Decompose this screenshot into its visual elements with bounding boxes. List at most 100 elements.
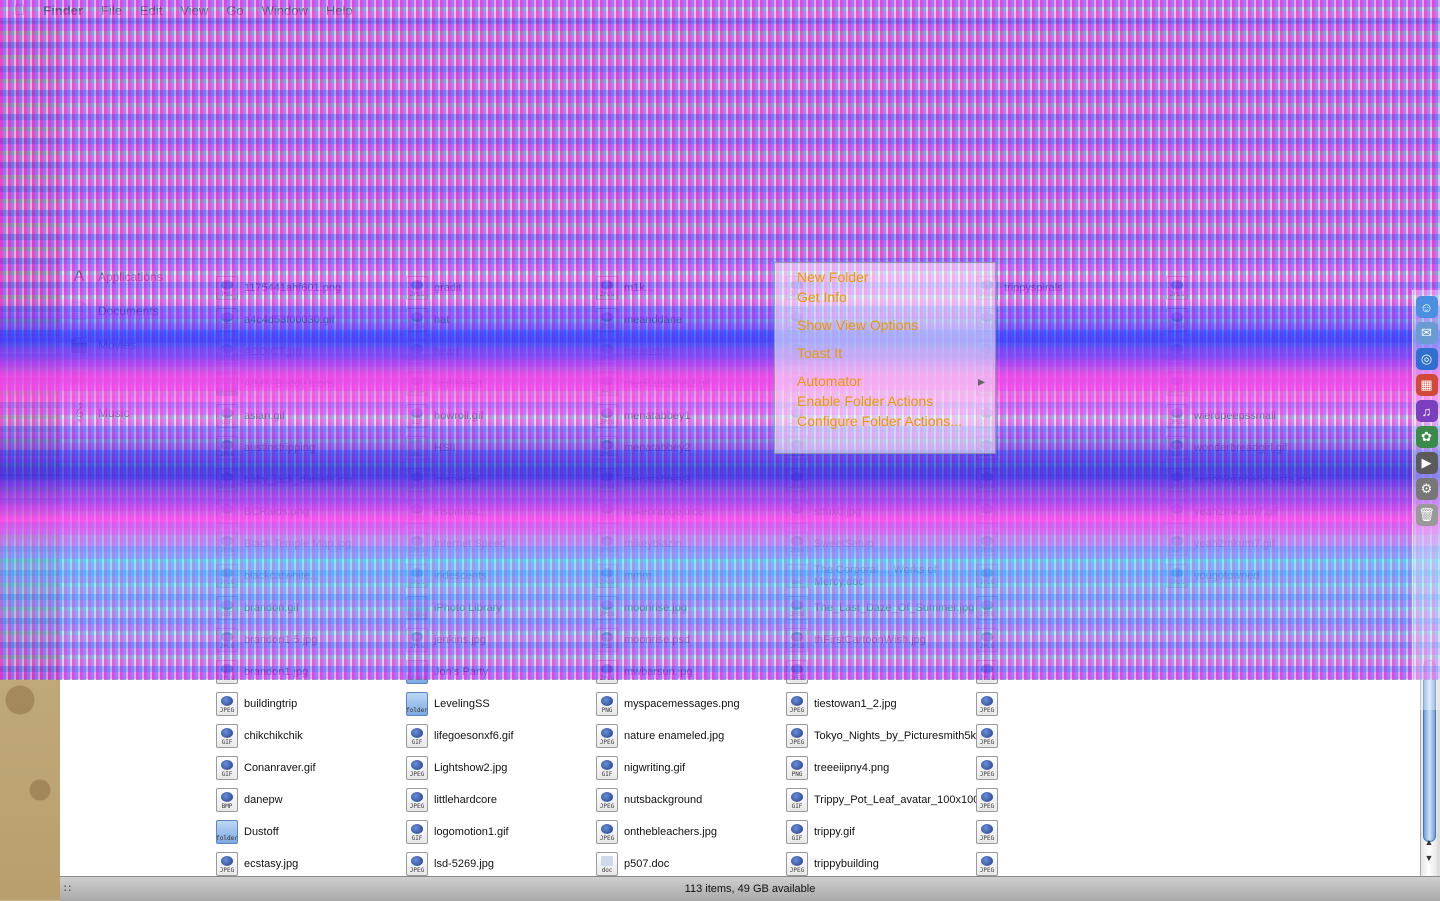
file-item[interactable]: BMP danepw: [216, 784, 406, 816]
file-item[interactable]: JPEG wierdpeepssmall: [1166, 400, 1311, 432]
file-item[interactable]: GIF a4c4d53f00030.gif: [216, 304, 406, 336]
file-item[interactable]: JPEG: [976, 368, 1166, 400]
menu-go[interactable]: Go: [226, 3, 243, 18]
file-item[interactable]: JPEG meanddane: [596, 304, 786, 336]
file-item[interactable]: JPEG austinstripping: [216, 432, 406, 464]
preferences-icon[interactable]: ⚙: [1415, 478, 1438, 500]
menu-view[interactable]: View: [180, 3, 208, 18]
file-item[interactable]: JPEG baby_jack_daniels.jpg: [216, 464, 406, 496]
file-item[interactable]: JPEG: [976, 816, 1166, 848]
file-item[interactable]: JPEG moonrise.jpg: [596, 592, 786, 624]
menu-window[interactable]: Window: [262, 3, 308, 18]
menu-file[interactable]: File: [101, 3, 122, 18]
finder-icon[interactable]: ☺: [1415, 296, 1438, 318]
file-item[interactable]: JPEG blackcatwhite...: [216, 560, 406, 592]
file-item[interactable]: JPEGtrippyspirals: [976, 272, 1166, 304]
file-item[interactable]: JPEG menatabbey3: [596, 464, 786, 496]
file-item[interactable]: JPEG: [786, 656, 976, 688]
menu-item-enable-folder-actions[interactable]: Enable Folder Actions: [775, 391, 995, 411]
file-item[interactable]: JPEG jenkins.jpg: [406, 624, 596, 656]
file-item[interactable]: JPEG menatabbey2: [596, 432, 786, 464]
file-item[interactable]: GIF trippy.gif: [786, 816, 976, 848]
file-item[interactable]: PNG 1175441ahf601.png: [216, 272, 406, 304]
file-item[interactable]: JPEG lsd-5269.jpg: [406, 848, 596, 876]
file-item[interactable]: JPEG nature enameled.jpg: [596, 720, 786, 752]
file-item[interactable]: JPEG Black Temple Map.jpg: [216, 528, 406, 560]
ical-icon[interactable]: ▦: [1415, 374, 1438, 396]
file-item[interactable]: JPEG: [976, 720, 1166, 752]
file-item[interactable]: JPEG insomnia...: [406, 496, 596, 528]
file-item[interactable]: JPEG gradit: [406, 272, 596, 304]
file-item[interactable]: JPEG brandon1.5.jpg: [216, 624, 406, 656]
file-item[interactable]: GIF wonderbreadgirl.gif: [1166, 432, 1311, 464]
file-item[interactable]: JPEG stfux0.jpg: [786, 496, 976, 528]
file-item[interactable]: folder Jon's Party: [406, 656, 596, 688]
file-item[interactable]: JPEG: [976, 688, 1166, 720]
sidebar-item-applications[interactable]: A Applications: [60, 260, 208, 294]
file-item[interactable]: PSD moonrise.psd: [596, 624, 786, 656]
file-item[interactable]: GIF nigwriting.gif: [596, 752, 786, 784]
file-item[interactable]: GIF lifegoesonxf6.gif: [406, 720, 596, 752]
resize-grip-icon[interactable]: ∷: [64, 882, 71, 895]
file-item[interactable]: JPEG heart: [406, 336, 596, 368]
file-item[interactable]: JPEG: [976, 336, 1166, 368]
menu-item-configure-folder-actions[interactable]: Configure Folder Actions...: [775, 411, 995, 431]
file-item[interactable]: JPEG: [976, 560, 1166, 592]
file-item[interactable]: JPEG nutsbackground: [596, 784, 786, 816]
file-item[interactable]: JPEG: [976, 592, 1166, 624]
file-item[interactable]: JPEG: [976, 528, 1166, 560]
file-item[interactable]: JPEG: [976, 784, 1166, 816]
menu-finder[interactable]: Finder: [43, 3, 83, 18]
file-item[interactable]: JPEG mikeorangejuice: [596, 496, 786, 528]
file-item[interactable]: JPEG tiestowan1_2.jpg: [786, 688, 976, 720]
file-item[interactable]: folder LevelingSS: [406, 688, 596, 720]
scroll-down-icon[interactable]: ▼: [1423, 852, 1435, 864]
file-item[interactable]: GIF yeah2mkum7.gif: [1166, 528, 1311, 560]
file-item[interactable]: JPEG SweetSetup: [786, 528, 976, 560]
scroll-up-icon[interactable]: ▲: [1423, 836, 1435, 848]
file-item[interactable]: GIF yeah2mk.um7.gif: [1166, 496, 1311, 528]
safari-icon[interactable]: ◎: [1415, 348, 1438, 370]
file-item[interactable]: JPEG: [976, 848, 1166, 876]
file-item[interactable]: JPEG brandon1.jpg: [216, 656, 406, 688]
iphoto-icon[interactable]: ✿: [1415, 426, 1438, 448]
file-item[interactable]: JPEG: [976, 496, 1166, 528]
file-item[interactable]: JPEG: [1166, 336, 1311, 368]
file-item[interactable]: JPEG: [976, 624, 1166, 656]
file-item[interactable]: folder AIM® Buddy Icons: [216, 368, 406, 400]
sidebar-item-folder[interactable]: 📁: [60, 362, 208, 396]
file-item[interactable]: JPEG meaustin: [596, 336, 786, 368]
file-item[interactable]: JPEG: [976, 432, 1166, 464]
file-item[interactable]: JPEG: [1166, 272, 1311, 304]
file-item[interactable]: GIF chikchikchik: [216, 720, 406, 752]
file-item[interactable]: JPEG thFirstCartoonWish.jpg: [786, 624, 976, 656]
file-item[interactable]: GIF meditate2this2.gif: [596, 368, 786, 400]
menu-item-toast-it[interactable]: Toast It: [775, 343, 995, 363]
sidebar-item-music[interactable]: 𝄞 Music: [60, 396, 208, 430]
file-item[interactable]: JPEG iridescents: [406, 560, 596, 592]
sidebar-item-documents[interactable]: 📄 Documents: [60, 294, 208, 328]
file-item[interactable]: JPEG Lightshow2.jpg: [406, 752, 596, 784]
menu-item-show-view-options[interactable]: Show View Options: [775, 315, 995, 335]
file-item[interactable]: JPEG imspecial: [406, 464, 596, 496]
file-item[interactable]: GIF howroll.gif: [406, 400, 596, 432]
file-item[interactable]: GIF Conanraver.gif: [216, 752, 406, 784]
menu-item-new-folder[interactable]: New Folder: [775, 267, 995, 287]
file-item[interactable]: JPEG onthebleachers.jpg: [596, 816, 786, 848]
file-item[interactable]: JPEG: [976, 304, 1166, 336]
file-item[interactable]: JPEG ecstasy.jpg: [216, 848, 406, 876]
file-item[interactable]: JPEG The_Last_Daze_Of_Summer.jpg: [786, 592, 976, 624]
file-item[interactable]: doc HSII: [406, 432, 596, 464]
file-item[interactable]: doc p507.doc: [596, 848, 786, 876]
sidebar-item-movies[interactable]: 🎬 Movies: [60, 328, 208, 362]
file-item[interactable]: PNG BCRaids.png: [216, 496, 406, 528]
file-item[interactable]: GIF brandon.gif: [216, 592, 406, 624]
file-item[interactable]: JPEG m1k...: [596, 272, 786, 304]
file-item[interactable]: PNG treeeiipny4.png: [786, 752, 976, 784]
file-item[interactable]: GIF Trippy_Pot_Leaf_avatar_100x100_by_Int…: [786, 784, 976, 816]
file-item[interactable]: JPEG xenoblospheric vista.jpg: [1166, 464, 1311, 496]
trash-icon[interactable]: 🗑: [1415, 504, 1438, 526]
file-item[interactable]: JPEG: [976, 400, 1166, 432]
file-item[interactable]: GIF asian.gif: [216, 400, 406, 432]
file-item[interactable]: folder iPhoto Library: [406, 592, 596, 624]
